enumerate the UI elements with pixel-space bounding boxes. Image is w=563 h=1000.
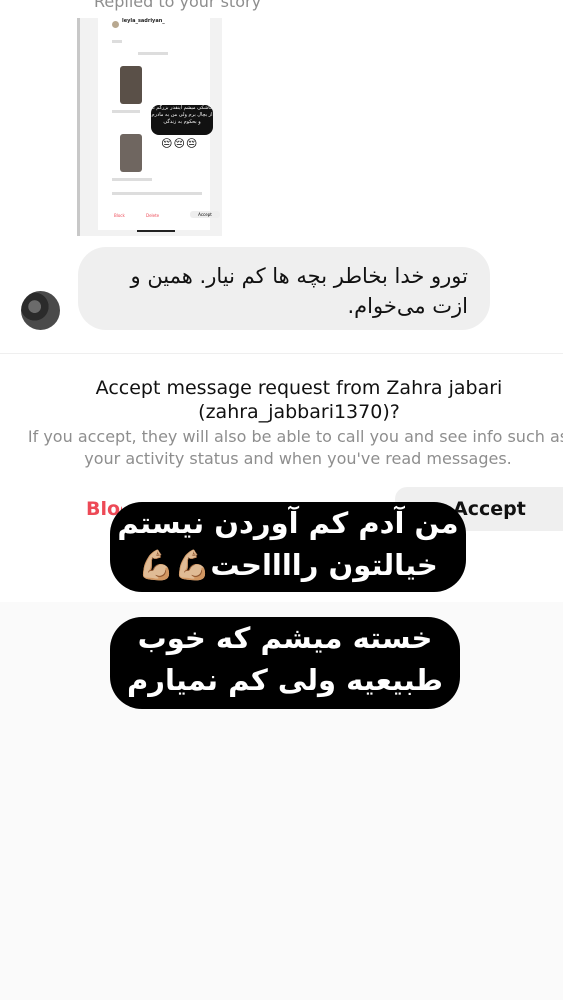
story-delete-button: Delete xyxy=(146,213,160,218)
caption-line: طبیعیه ولی کم نمیارم xyxy=(127,663,443,697)
story-avatar xyxy=(112,21,119,28)
caption-line: خیالتون رااااحت💪🏼💪🏼 xyxy=(138,548,438,582)
story-screenshot: leyla_sadriyan_ کاشکی میشم اینقدر بزرگم … xyxy=(98,18,220,230)
sender-avatar[interactable] xyxy=(21,291,60,330)
story-caption-1: من آدم کم آوردن نیستم خیالتون رااااحت💪🏼💪… xyxy=(110,502,466,592)
story-photo xyxy=(120,66,142,104)
replied-to-story-label: Replied to your story xyxy=(94,0,262,11)
story-photo xyxy=(120,134,142,172)
story-placeholder-line xyxy=(112,178,152,181)
story-placeholder-line xyxy=(112,192,202,195)
message-bubble[interactable]: تورو خدا بخاطر بچه ها کم نیار. همین و از… xyxy=(78,247,490,330)
request-title: Accept message request from Zahra jabari… xyxy=(95,377,503,423)
story-block-button: Block xyxy=(114,213,125,218)
message-text: تورو خدا بخاطر بچه ها کم نیار. همین و از… xyxy=(130,264,469,318)
request-subtitle: If you accept, they will also be able to… xyxy=(27,427,563,468)
story-accept-button: Accept xyxy=(190,211,220,218)
story-overlay-text: کاشکی میشم اینقدر بزرگم تا از بچال برم و… xyxy=(151,105,213,135)
story-caption-2: خسته میشم که خوب طبیعیه ولی کم نمیارم xyxy=(110,617,460,709)
story-placeholder-line xyxy=(138,52,168,55)
story-placeholder-line xyxy=(112,40,122,43)
caption-line: خسته میشم که خوب xyxy=(137,621,433,655)
story-reply-preview[interactable]: leyla_sadriyan_ کاشکی میشم اینقدر بزرگم … xyxy=(77,18,222,236)
story-username: leyla_sadriyan_ xyxy=(122,18,165,24)
story-emoji: 😔😔😔 xyxy=(161,137,199,150)
caption-line: من آدم کم آوردن نیستم xyxy=(117,506,459,540)
story-placeholder-line xyxy=(112,110,140,113)
story-home-indicator xyxy=(137,230,175,232)
